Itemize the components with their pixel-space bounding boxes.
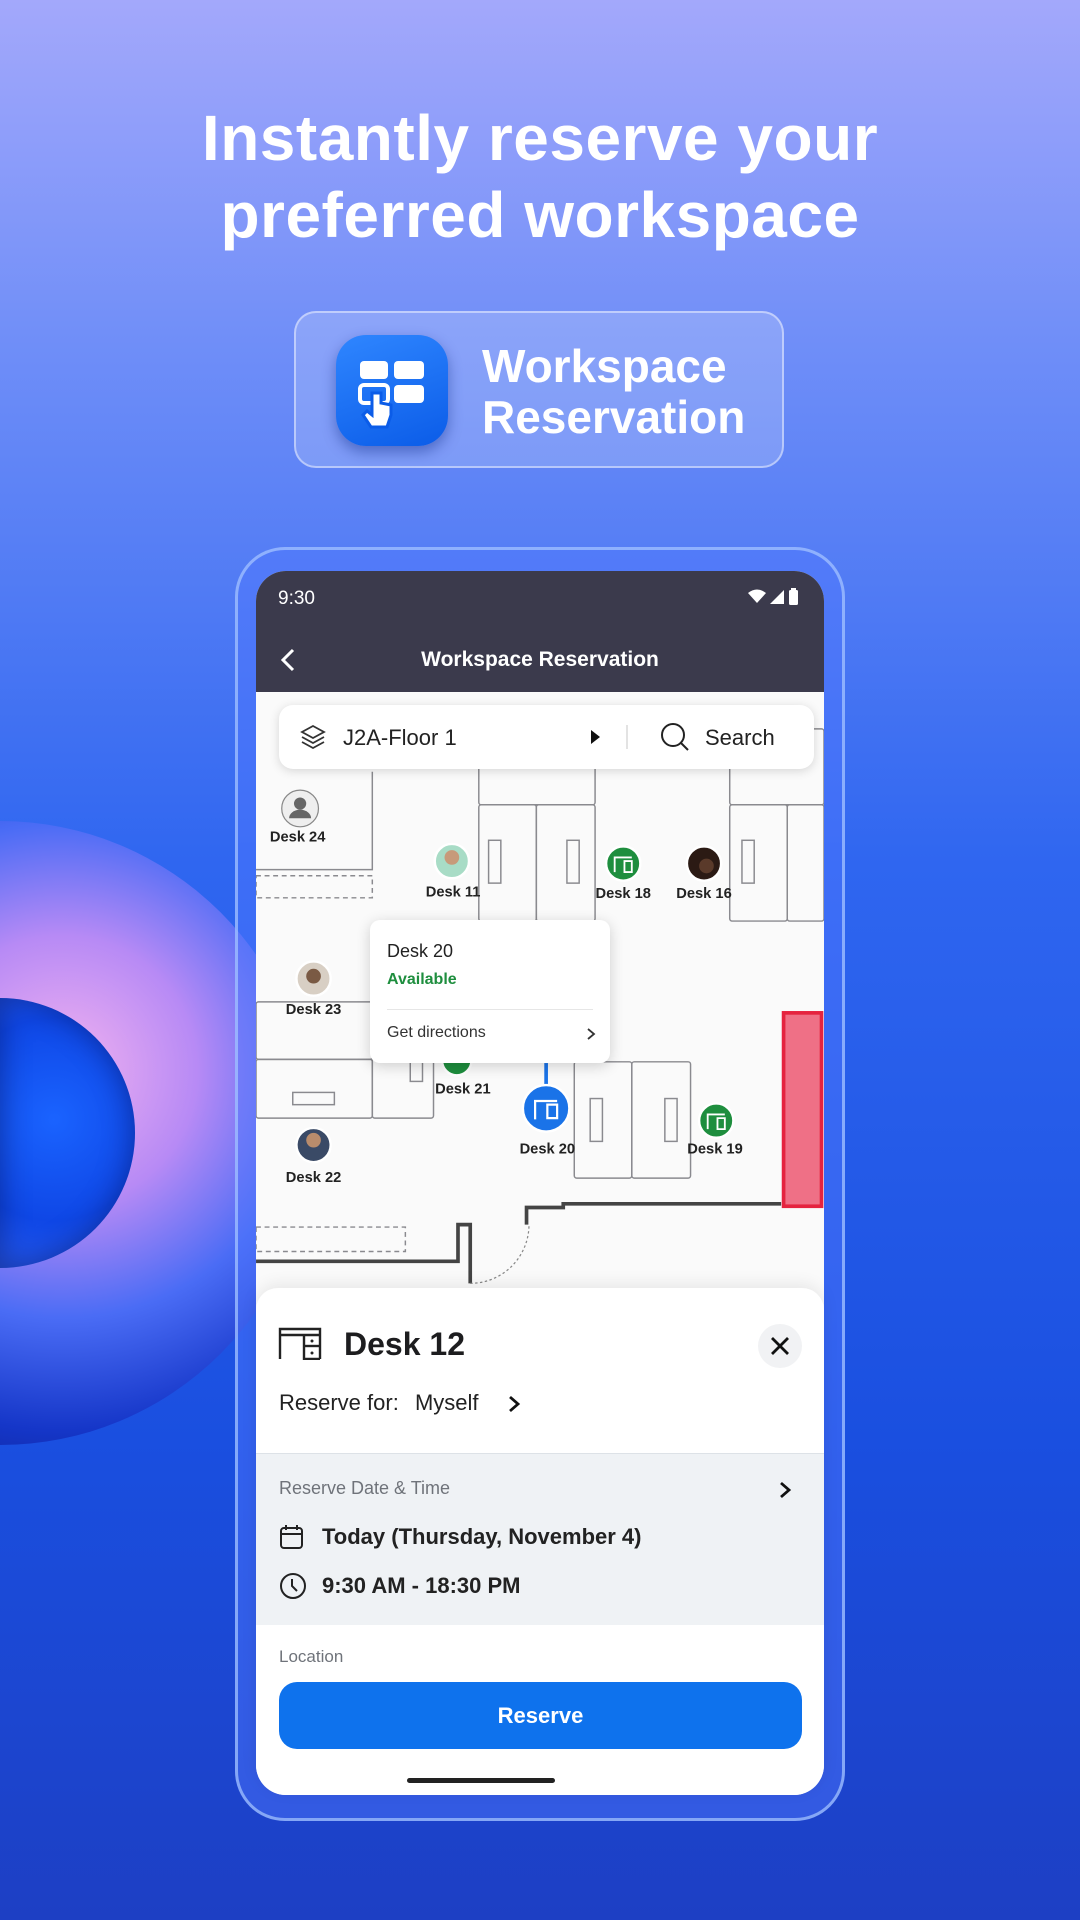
desk-label: Desk 24 <box>270 830 326 846</box>
reserve-date: Today (Thursday, November 4) <box>322 1524 642 1549</box>
phone-screen: Desk 24 Desk 11 Desk 18 Desk 16 Desk 23 … <box>256 571 824 1795</box>
workspace-grid-icon <box>336 335 448 446</box>
close-button[interactable] <box>758 1324 802 1368</box>
reserve-for-label: Reserve for: <box>279 1390 399 1415</box>
popup-title: Desk 20 <box>387 941 454 961</box>
desk-icon <box>278 1327 322 1360</box>
home-indicator[interactable] <box>407 1778 555 1783</box>
desk-label: Desk 16 <box>676 886 731 902</box>
search-icon <box>661 723 689 751</box>
divider <box>387 1009 593 1010</box>
desk-label: Desk 21 <box>435 1082 490 1098</box>
status-icons <box>746 587 802 612</box>
search-label: Search <box>705 725 775 750</box>
app-header: 9:30 Workspace Reservation <box>256 571 824 692</box>
layers-icon <box>300 724 326 750</box>
headline-line-2: preferred workspace <box>220 179 860 251</box>
badge-line-1: Workspace <box>482 340 727 392</box>
page-title: Workspace Reservation <box>421 648 659 671</box>
status-time: 9:30 <box>278 588 315 609</box>
reserve-button[interactable]: Reserve <box>279 1682 802 1749</box>
reserve-for-value: Myself <box>414 1390 479 1415</box>
chevron-right-icon <box>509 1395 521 1413</box>
desk-bottom-sheet: Desk 12 Reserve for: Myself Reserve Date… <box>256 1288 824 1795</box>
reserve-date-time-section[interactable]: Reserve Date & Time Today (Thursday, Nov… <box>256 1453 824 1625</box>
date-time-label: Reserve Date & Time <box>279 1478 451 1498</box>
chevron-right-icon <box>780 1481 792 1499</box>
desk-label: Desk 23 <box>286 1002 341 1018</box>
floor-name: J2A-Floor 1 <box>343 725 457 750</box>
desk-label: Desk 22 <box>286 1170 341 1186</box>
get-directions-label: Get directions <box>387 1024 486 1041</box>
divider <box>626 725 628 749</box>
wifi-signal-battery-icon <box>748 588 798 605</box>
chevron-right-icon <box>587 1028 596 1040</box>
desk-popup: Desk 20 Available Get directions <box>370 920 610 1063</box>
search-button[interactable]: Search <box>659 721 799 753</box>
feature-badge: Workspace Reservation <box>294 311 784 468</box>
close-icon <box>771 1337 789 1355</box>
calendar-icon <box>280 1525 303 1549</box>
badge-title: Workspace Reservation <box>482 341 745 443</box>
headline-line-1: Instantly reserve your <box>201 102 879 174</box>
desk-label: Desk 11 <box>426 885 481 901</box>
desk-label: Desk 19 <box>687 1142 742 1158</box>
promo-headline: Instantly reserve your preferred workspa… <box>0 100 1080 254</box>
clock-icon <box>280 1573 306 1599</box>
popup-status: Available <box>387 971 457 988</box>
reserve-time-range: 9:30 AM - 18:30 PM <box>322 1573 521 1598</box>
location-label: Location <box>279 1647 344 1666</box>
floor-selector[interactable]: J2A-Floor 1 <box>343 725 583 753</box>
desk-label: Desk 18 <box>595 886 650 902</box>
sheet-title: Desk 12 <box>344 1326 465 1362</box>
get-directions-button[interactable]: Get directions <box>387 1024 597 1050</box>
reserve-for-row[interactable]: Reserve for: Myself <box>279 1390 579 1420</box>
floor-search-bar: J2A-Floor 1 Search <box>279 705 814 769</box>
caret-right-icon[interactable] <box>589 729 601 745</box>
desk-label: Desk 20 <box>520 1142 575 1158</box>
badge-line-2: Reservation <box>482 391 746 443</box>
